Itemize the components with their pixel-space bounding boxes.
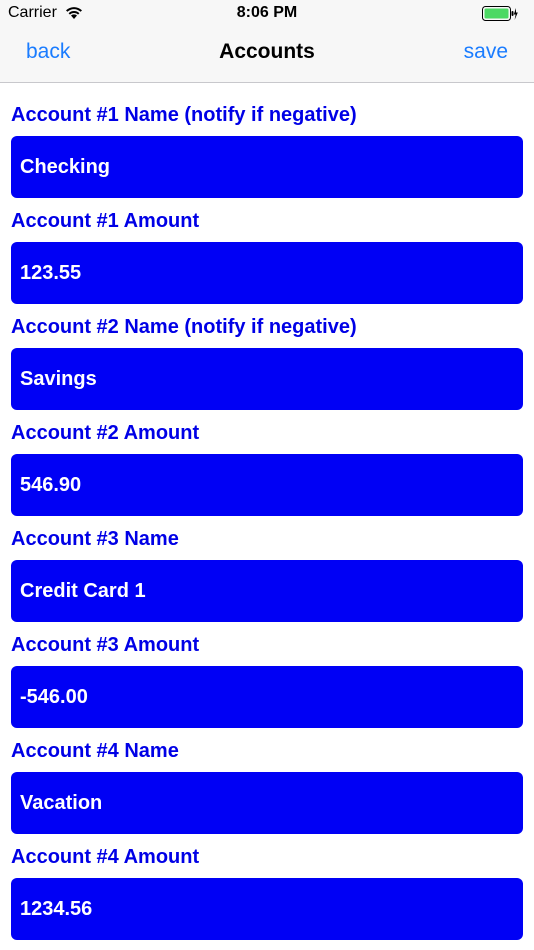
account-4-amount-label: Account #4 Amount bbox=[11, 846, 200, 868]
account-1-amount-field[interactable]: 123.55 bbox=[11, 242, 523, 304]
account-3-name-field[interactable]: Credit Card 1 bbox=[11, 560, 523, 622]
account-2-name-field[interactable]: Savings bbox=[11, 348, 523, 410]
account-1-amount-label: Account #1 Amount bbox=[11, 210, 200, 232]
account-2-amount-field[interactable]: 546.90 bbox=[11, 454, 523, 516]
account-3-name-label: Account #3 Name bbox=[11, 528, 179, 550]
battery-icon bbox=[482, 6, 518, 21]
account-4-name-label: Account #4 Name bbox=[11, 740, 179, 762]
page-title: Accounts bbox=[219, 40, 315, 63]
account-2-amount-label: Account #2 Amount bbox=[11, 422, 200, 444]
save-button[interactable]: save bbox=[464, 40, 508, 64]
navigation-bar: back Accounts save bbox=[0, 28, 534, 83]
status-bar: Carrier 8:06 PM bbox=[0, 0, 534, 28]
account-1-name-label: Account #1 Name (notify if negative) bbox=[11, 104, 357, 126]
account-4-amount-field[interactable]: 1234.56 bbox=[11, 878, 523, 940]
account-2-name-label: Account #2 Name (notify if negative) bbox=[11, 316, 357, 338]
account-4-name-field[interactable]: Vacation bbox=[11, 772, 523, 834]
accounts-form: Account #1 Name (notify if negative) Che… bbox=[11, 100, 523, 948]
status-time: 8:06 PM bbox=[236, 4, 298, 21]
account-3-amount-field[interactable]: -546.00 bbox=[11, 666, 523, 728]
account-1-name-field[interactable]: Checking bbox=[11, 136, 523, 198]
account-3-amount-label: Account #3 Amount bbox=[11, 634, 200, 656]
